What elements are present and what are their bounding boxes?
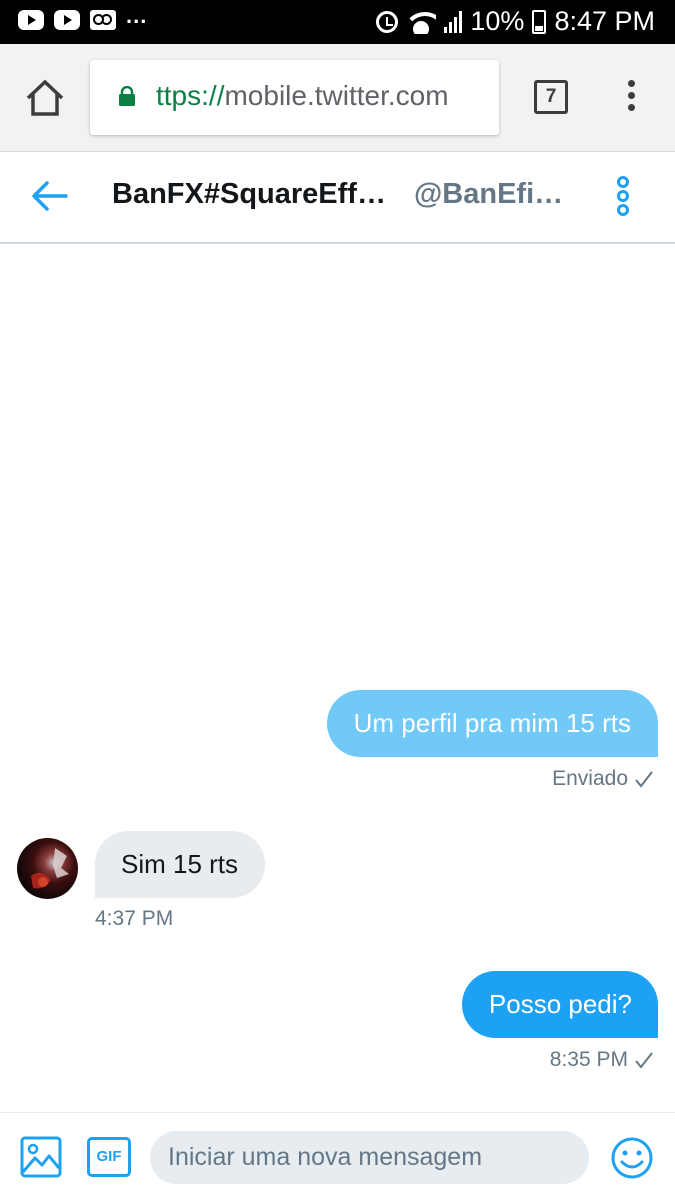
message-status-text: Enviado [552, 767, 628, 790]
alarm-icon [376, 10, 399, 33]
more-dot [617, 204, 629, 216]
home-button[interactable] [24, 78, 66, 118]
more-dot [617, 190, 629, 202]
tab-switcher-button[interactable]: 7 [534, 80, 568, 114]
gif-button[interactable]: GIF [87, 1137, 131, 1177]
media-icon[interactable] [20, 1136, 62, 1178]
message-status: Enviado [552, 767, 654, 791]
wifi-icon [406, 10, 437, 34]
incoming-message[interactable]: Sim 15 rts [95, 831, 266, 898]
outgoing-message[interactable]: Um perfil pra mim 15 rts [326, 690, 658, 757]
check-icon [635, 1052, 653, 1069]
conversation-header: BanFX#SquareEff… @BanEfi… [0, 152, 675, 244]
back-arrow-icon[interactable] [30, 179, 68, 213]
emoji-icon[interactable] [610, 1136, 654, 1180]
youtube-icon [54, 10, 80, 30]
avatar[interactable] [17, 838, 78, 899]
conversation-info-button[interactable] [612, 176, 634, 220]
voicemail-icon [90, 10, 116, 30]
message-status: 8:35 PM [550, 1048, 654, 1072]
notification-icons: ... [18, 3, 147, 30]
browser-menu-button[interactable] [624, 80, 638, 114]
battery-percent: 10% [470, 6, 525, 36]
avatar-image [31, 848, 69, 889]
menu-dot [627, 80, 635, 87]
lock-icon [119, 86, 135, 106]
message-timestamp: 8:35 PM [549, 1048, 628, 1071]
check-icon [635, 771, 653, 788]
url-scheme: ttps:// [156, 80, 225, 111]
address-bar[interactable]: ttps://mobile.twitter.com [90, 60, 499, 135]
message-timestamp: 4:37 PM [95, 907, 174, 930]
more-dot [617, 176, 629, 188]
outgoing-message[interactable]: Posso pedi? [461, 971, 658, 1038]
youtube-icon [18, 10, 44, 30]
home-icon [26, 79, 64, 116]
menu-dot [627, 92, 635, 99]
status-bar: ... 10% 8:47 PM [0, 0, 675, 44]
conversation-handle[interactable]: @BanEfi… [414, 178, 563, 211]
browser-toolbar: ttps://mobile.twitter.com 7 [0, 44, 675, 152]
status-time: 8:47 PM [554, 6, 655, 36]
message-input[interactable] [150, 1131, 589, 1184]
menu-dot [627, 104, 635, 111]
system-status: 10% 8:47 PM [376, 6, 655, 37]
url-host: mobile.twitter.com [224, 80, 449, 111]
message-composer: GIF [0, 1112, 675, 1200]
battery-icon [532, 9, 547, 34]
signal-icon [444, 10, 463, 33]
more-notifications-indicator: ... [126, 3, 148, 28]
url-text: ttps://mobile.twitter.com [156, 80, 449, 112]
conversation-name[interactable]: BanFX#SquareEff… [112, 178, 386, 211]
